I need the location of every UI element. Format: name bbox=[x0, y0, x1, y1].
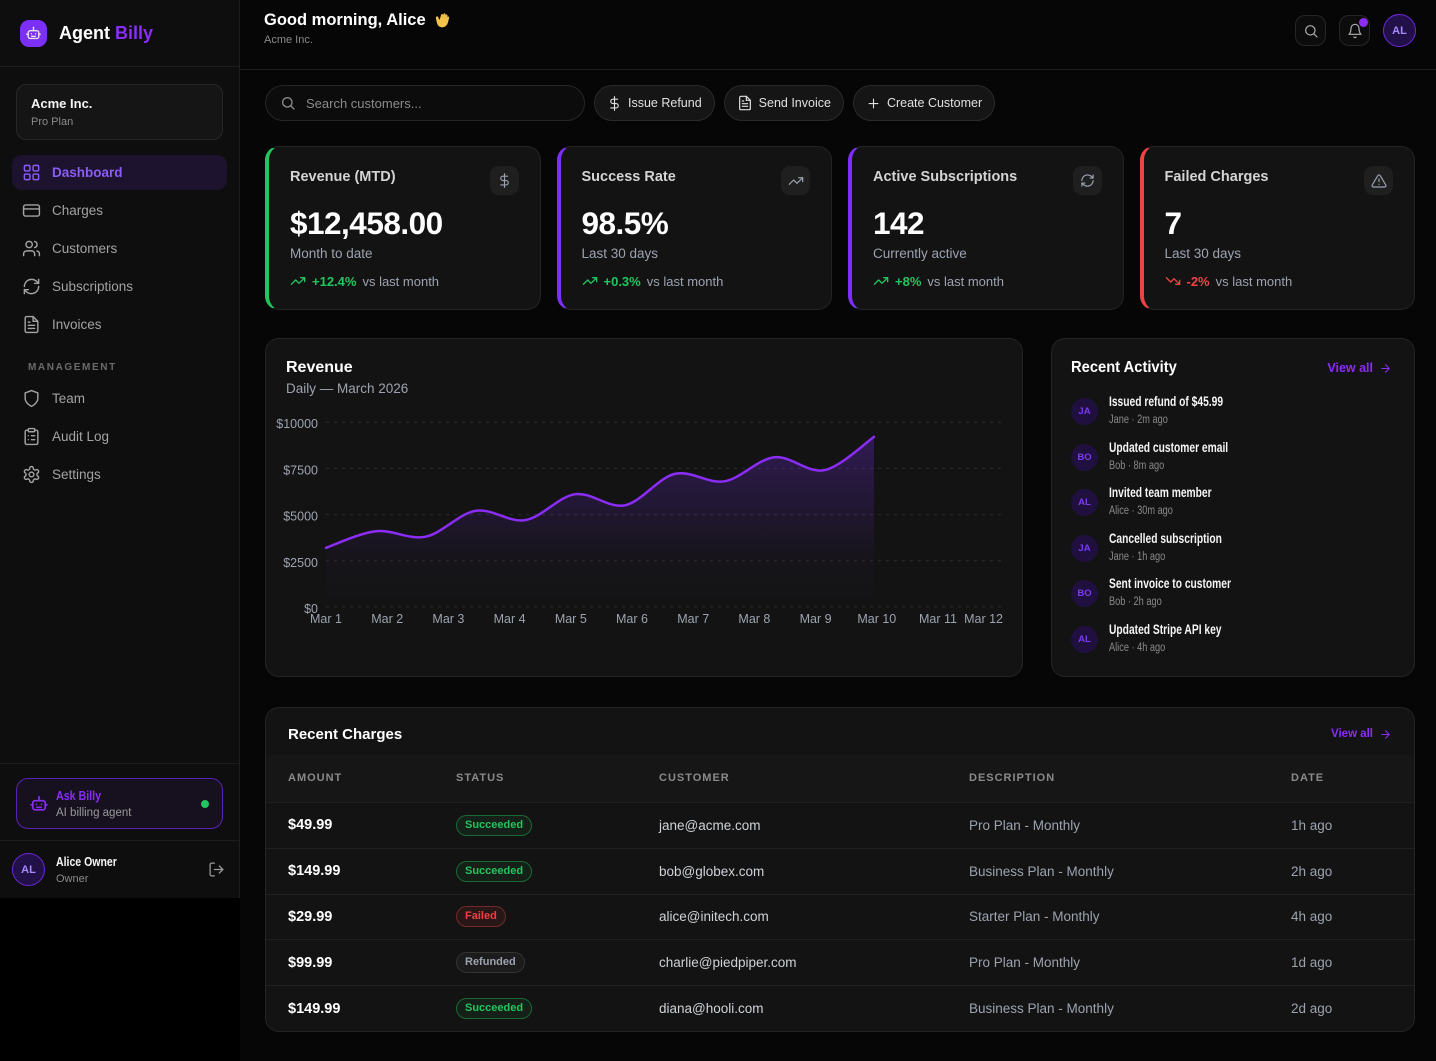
svg-text:Mar 4: Mar 4 bbox=[494, 612, 526, 626]
svg-text:Mar 6: Mar 6 bbox=[616, 612, 648, 626]
svg-text:Mar 8: Mar 8 bbox=[738, 612, 770, 626]
svg-text:$5000: $5000 bbox=[283, 510, 318, 524]
svg-text:Mar 2: Mar 2 bbox=[371, 612, 403, 626]
svg-text:$2500: $2500 bbox=[283, 556, 318, 570]
svg-text:$10000: $10000 bbox=[276, 417, 318, 431]
svg-text:Mar 9: Mar 9 bbox=[800, 612, 832, 626]
svg-text:Mar 5: Mar 5 bbox=[555, 612, 587, 626]
svg-text:Mar 7: Mar 7 bbox=[677, 612, 709, 626]
svg-text:Mar 12: Mar 12 bbox=[964, 612, 1003, 626]
svg-text:$7500: $7500 bbox=[283, 463, 318, 477]
svg-text:Mar 10: Mar 10 bbox=[857, 612, 896, 626]
svg-text:Mar 1: Mar 1 bbox=[310, 612, 342, 626]
svg-text:Mar 11: Mar 11 bbox=[919, 612, 957, 626]
svg-text:Mar 3: Mar 3 bbox=[432, 612, 464, 626]
